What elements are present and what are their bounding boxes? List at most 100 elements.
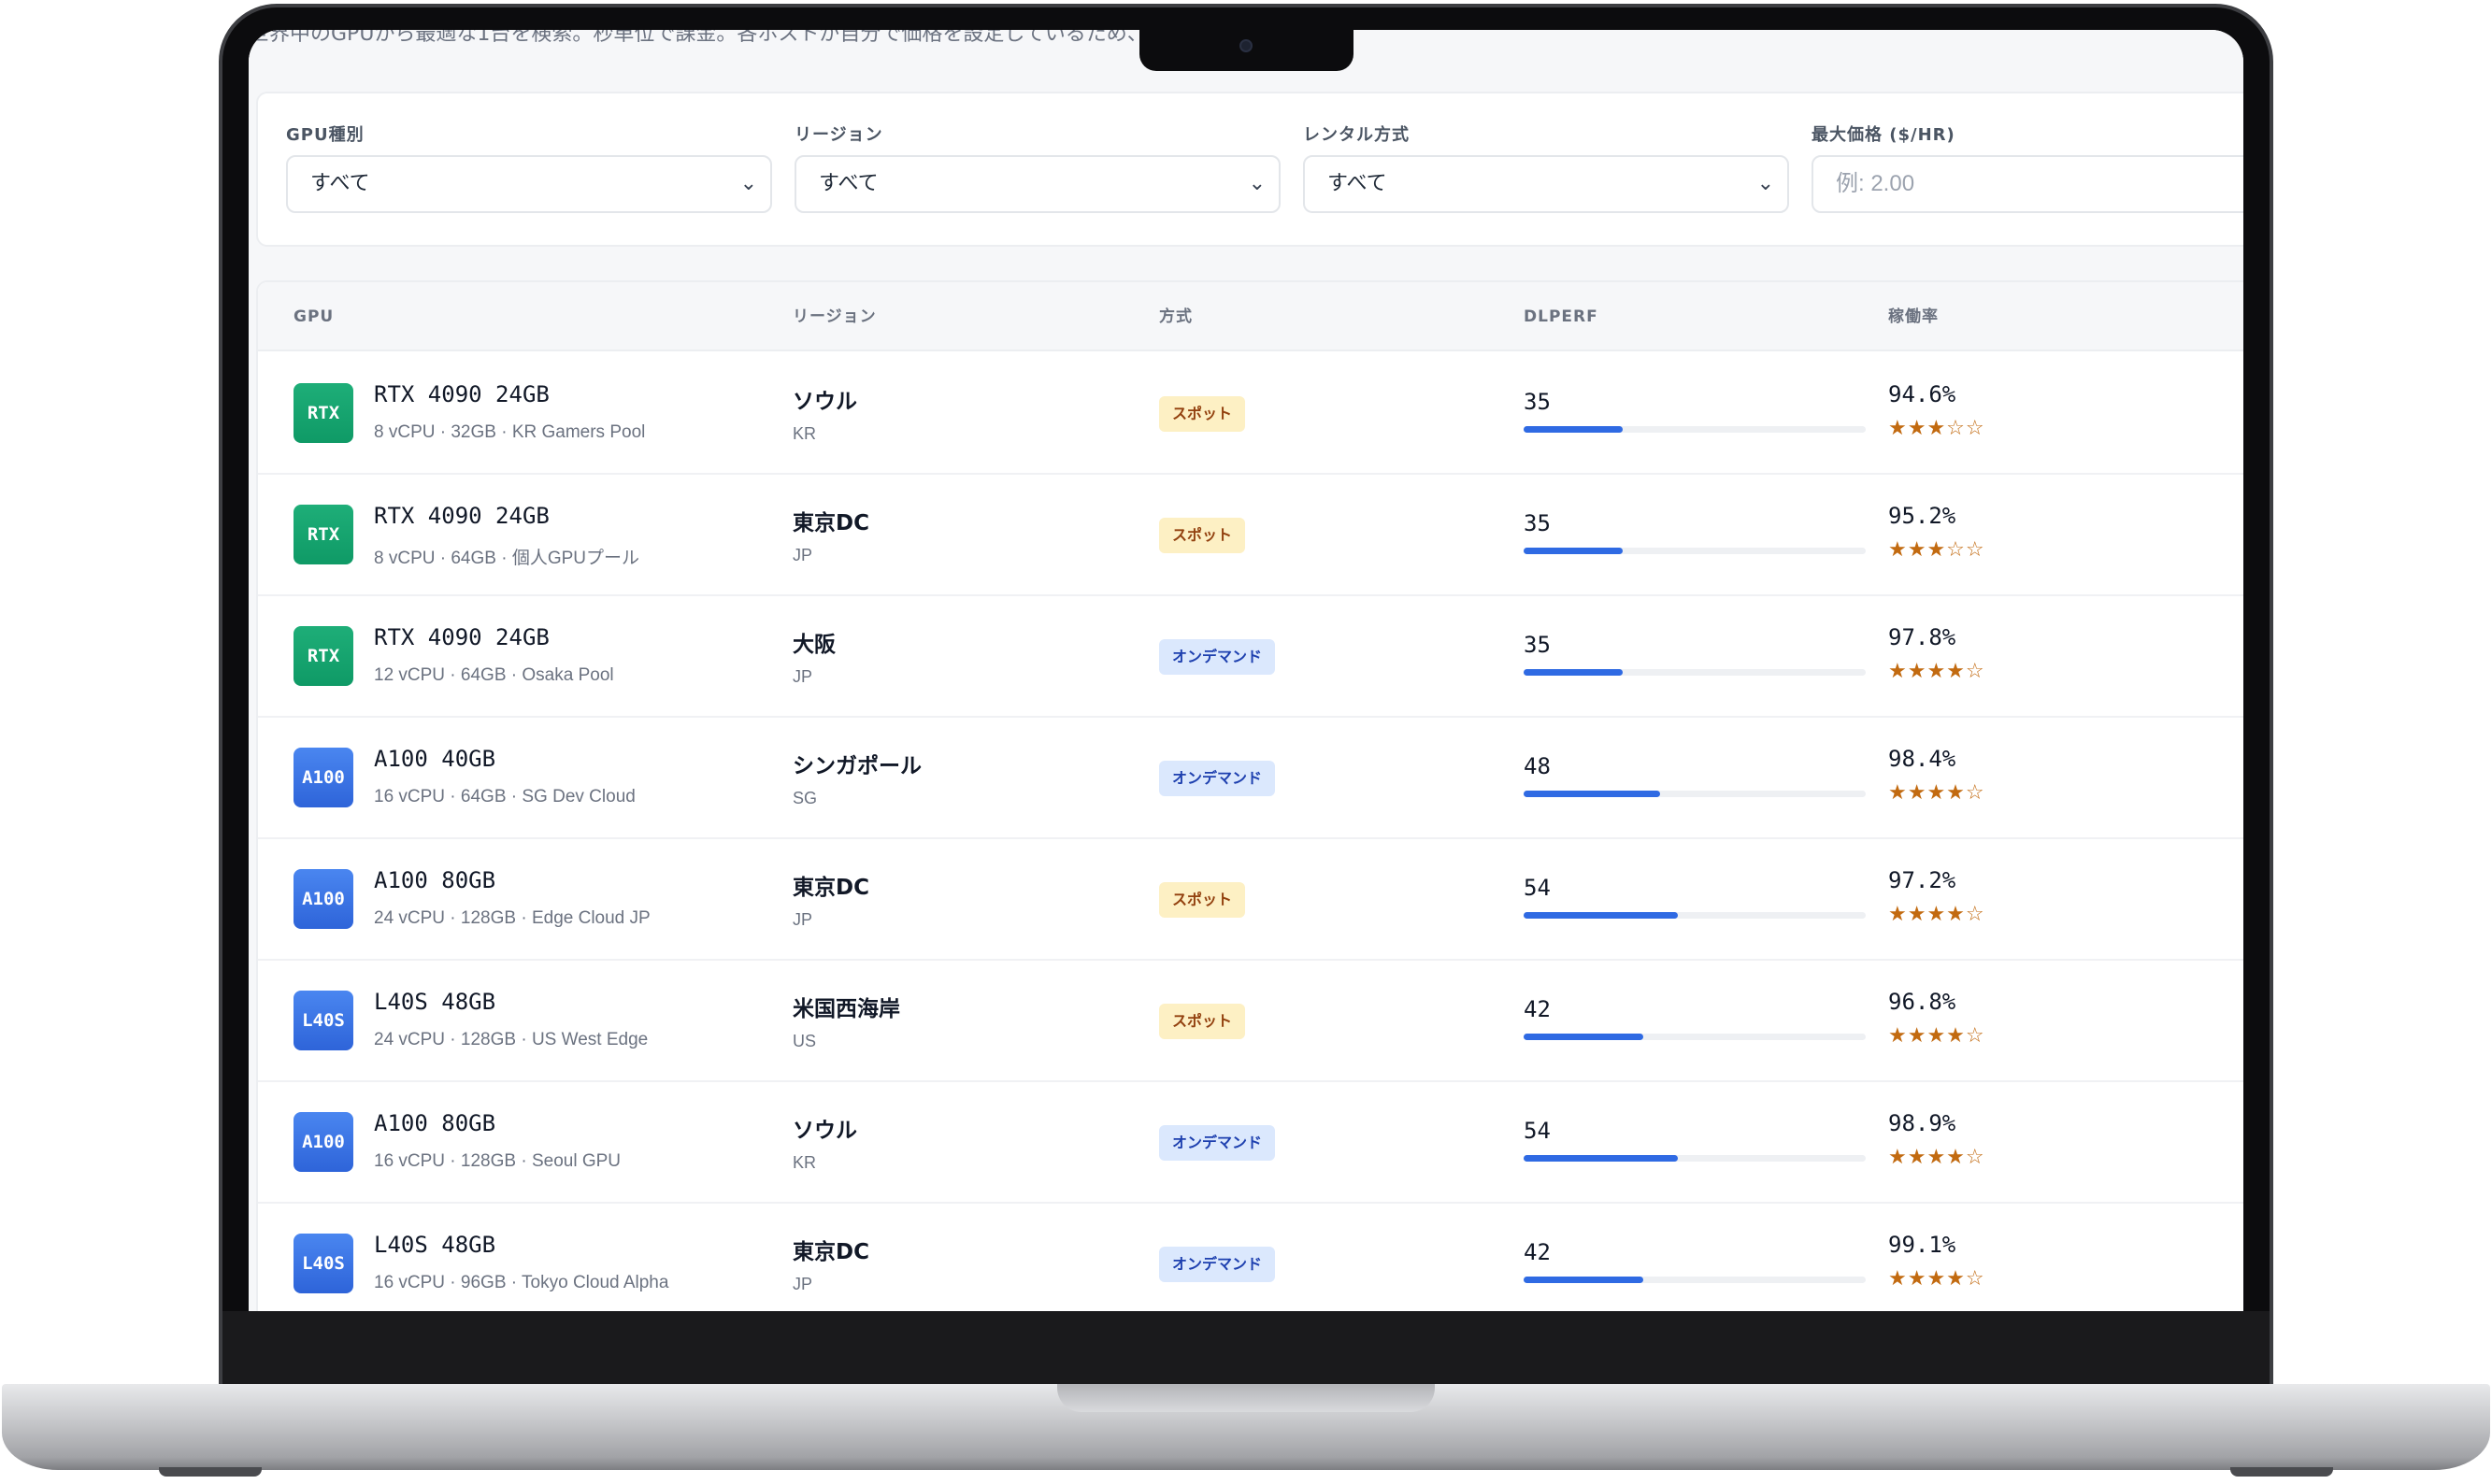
region-code: JP <box>793 1275 813 1293</box>
gpu-spec: 16 vCPU · 64GB · SG Dev Cloud <box>374 787 636 806</box>
gpu-name: RTX 4090 24GB <box>374 503 550 529</box>
gpu-type-select[interactable]: すべて ⌄ <box>286 155 772 213</box>
uptime-value: 96.8% <box>1888 989 1956 1015</box>
rating-stars: ★★★★☆ <box>1888 903 1985 926</box>
dlperf-value: 48 <box>1524 753 1551 779</box>
filter-panel: GPU種別 すべて ⌄ リージョン すべて ⌄ レンタル方式 すべて ⌄ 最大価… <box>256 92 2243 247</box>
rating-stars: ★★★☆☆ <box>1888 538 1985 562</box>
gpu-chip-icon: RTX <box>294 505 353 564</box>
gpu-name: L40S 48GB <box>374 1232 496 1258</box>
region-code: JP <box>793 667 813 686</box>
table-row[interactable]: RTX RTX 4090 24GB 8 vCPU · 32GB · KR Gamer… <box>258 353 2243 475</box>
dlperf-bar <box>1524 912 1866 919</box>
dlperf-value: 35 <box>1524 632 1551 658</box>
gpu-chip-icon: RTX <box>294 626 353 686</box>
chevron-down-icon: ⌄ <box>739 172 757 195</box>
dlperf-bar <box>1524 1277 1866 1283</box>
filter-label: リージョン <box>795 125 883 145</box>
rating-stars: ★★★★☆ <box>1888 781 1985 805</box>
table-row[interactable]: L40S L40S 48GB 24 vCPU · 128GB · US West E… <box>258 961 2243 1082</box>
chevron-down-icon: ⌄ <box>1756 172 1774 195</box>
region-name: ソウル <box>793 1119 857 1143</box>
page-description: 世界中のGPUから最適な1台を検索。秒単位で課金。各ホストが自分で価格を設定して… <box>249 30 1189 46</box>
header-gpu[interactable]: GPU <box>294 282 334 351</box>
gpu-name: A100 80GB <box>374 867 496 893</box>
dlperf-bar-fill <box>1524 791 1661 797</box>
region-code: JP <box>793 546 813 564</box>
rental-type-select[interactable]: すべて ⌄ <box>1303 155 1789 213</box>
region-code: KR <box>793 1153 817 1172</box>
uptime-value: 98.4% <box>1888 746 1956 772</box>
gpu-spec: 8 vCPU · 64GB · 個人GPUプール <box>374 549 639 568</box>
rating-stars: ★★★★☆ <box>1888 1146 1985 1169</box>
rating-stars: ★★★★☆ <box>1888 660 1985 683</box>
gpu-spec: 8 vCPU · 32GB · KR Gamers Pool <box>374 422 646 442</box>
filter-label: レンタル方式 <box>1303 125 1410 145</box>
region-code: JP <box>793 910 813 929</box>
header-dlperf[interactable]: DLPERF <box>1524 282 1598 351</box>
dlperf-bar <box>1524 791 1866 797</box>
filter-region: リージョン すべて ⌄ <box>795 121 1281 213</box>
gpu-name: L40S 48GB <box>374 989 496 1015</box>
rental-mode-badge: オンデマンド <box>1159 1247 1276 1282</box>
laptop-frame: 世界中のGPUから最適な1台を検索。秒単位で課金。各ホストが自分で価格を設定して… <box>0 0 2492 1484</box>
gpu-chip-icon: A100 <box>294 869 353 929</box>
gpu-chip-icon: L40S <box>294 1234 353 1293</box>
gpu-chip-icon: A100 <box>294 748 353 807</box>
dlperf-bar <box>1524 1155 1866 1162</box>
table-row[interactable]: RTX RTX 4090 24GB 12 vCPU · 64GB · Osaka P… <box>258 596 2243 718</box>
filter-label: GPU種別 <box>286 125 365 145</box>
dlperf-bar-fill <box>1524 1277 1644 1283</box>
camera-notch <box>1139 30 1353 71</box>
rental-mode-badge: スポット <box>1159 396 1246 432</box>
table-row[interactable]: A100 A100 80GB 16 vCPU · 128GB · Seoul GPU… <box>258 1082 2243 1204</box>
laptop-foot <box>159 1467 262 1477</box>
dlperf-bar-fill <box>1524 912 1678 919</box>
gpu-spec: 16 vCPU · 128GB · Seoul GPU <box>374 1151 621 1171</box>
table-row[interactable]: A100 A100 80GB 24 vCPU · 128GB · Edge Clou… <box>258 839 2243 961</box>
gpu-spec: 12 vCPU · 64GB · Osaka Pool <box>374 665 614 685</box>
uptime-value: 98.9% <box>1888 1110 1956 1136</box>
dlperf-bar-fill <box>1524 1034 1644 1040</box>
gpu-name: RTX 4090 24GB <box>374 381 550 407</box>
max-price-input[interactable]: 例: 2.00 <box>1812 155 2243 213</box>
region-code: KR <box>793 424 817 443</box>
screen: 世界中のGPUから最適な1台を検索。秒単位で課金。各ホストが自分で価格を設定して… <box>249 30 2243 1311</box>
dlperf-value: 42 <box>1524 1239 1551 1265</box>
header-uptime[interactable]: 稼働率 <box>1888 282 1939 351</box>
rental-mode-badge: スポット <box>1159 882 1246 918</box>
dlperf-value: 54 <box>1524 1118 1551 1144</box>
screen-bezel <box>222 1311 2270 1384</box>
dlperf-bar-fill <box>1524 669 1624 676</box>
input-placeholder: 例: 2.00 <box>1836 171 1915 196</box>
gpu-spec: 24 vCPU · 128GB · Edge Cloud JP <box>374 908 651 928</box>
gpu-chip-icon: A100 <box>294 1112 353 1172</box>
gpu-chip-icon: L40S <box>294 991 353 1050</box>
table-row[interactable]: A100 A100 40GB 16 vCPU · 64GB · SG Dev Clo… <box>258 718 2243 839</box>
table-row[interactable]: L40S L40S 48GB 16 vCPU · 96GB · Tokyo Clou… <box>258 1204 2243 1311</box>
region-select[interactable]: すべて ⌄ <box>795 155 1281 213</box>
uptime-value: 97.8% <box>1888 624 1956 650</box>
select-value: すべて <box>310 172 370 195</box>
filter-max-price: 最大価格 ($/HR) 例: 2.00 <box>1812 121 2243 213</box>
gpu-name: A100 80GB <box>374 1110 496 1136</box>
gpu-name: RTX 4090 24GB <box>374 624 550 650</box>
region-code: US <box>793 1032 817 1050</box>
region-name: 東京DC <box>793 1240 869 1264</box>
filter-rental-type: レンタル方式 すべて ⌄ <box>1303 121 1789 213</box>
header-mode[interactable]: 方式 <box>1159 282 1193 351</box>
table-row[interactable]: RTX RTX 4090 24GB 8 vCPU · 64GB · 個人GPUプール… <box>258 475 2243 596</box>
header-region[interactable]: リージョン <box>793 282 877 351</box>
region-name: ソウル <box>793 390 857 414</box>
rating-stars: ★★★★☆ <box>1888 1267 1985 1291</box>
dlperf-bar <box>1524 548 1866 554</box>
uptime-value: 99.1% <box>1888 1232 1956 1258</box>
dlperf-bar <box>1524 1034 1866 1040</box>
dlperf-bar-fill <box>1524 426 1624 433</box>
dlperf-value: 42 <box>1524 996 1551 1022</box>
region-name: 東京DC <box>793 511 869 535</box>
laptop-foot <box>2230 1467 2333 1477</box>
region-code: SG <box>793 789 818 807</box>
dlperf-value: 35 <box>1524 510 1551 536</box>
camera-icon <box>1239 39 1253 52</box>
